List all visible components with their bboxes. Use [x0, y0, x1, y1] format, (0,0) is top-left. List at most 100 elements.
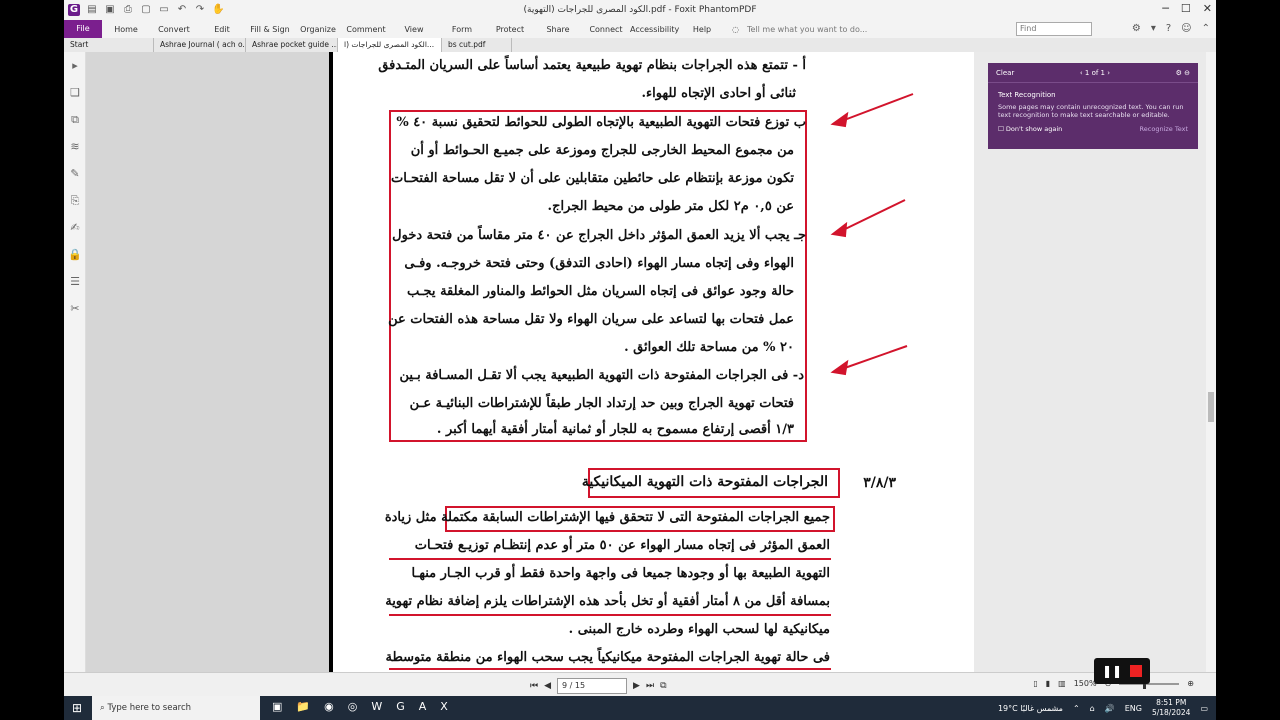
save-icon[interactable]: ▣ — [104, 4, 116, 16]
weather[interactable]: 19°C مشمس غالبًا — [998, 704, 1063, 713]
tab-egyptian-code[interactable]: الكود المصرى للجراجات (ا... — [338, 38, 442, 52]
lightbulb-icon: ◌ — [732, 24, 739, 34]
menu-edit[interactable]: Edit — [198, 25, 246, 34]
vertical-scrollbar[interactable] — [1206, 52, 1216, 672]
pause-icon[interactable]: ❚❚ — [1102, 664, 1122, 678]
help-icon[interactable]: ? — [1166, 23, 1171, 34]
taskbar-search[interactable]: ⌕ Type here to search — [92, 696, 260, 720]
scan-icon[interactable]: ▭ — [158, 4, 170, 16]
clear-button[interactable]: Clear — [996, 69, 1014, 77]
volume-icon[interactable]: 🔊 — [1105, 704, 1115, 713]
tab-ashrae-journal[interactable]: Ashrae Journal ( ach o... — [154, 38, 246, 52]
dont-show-label: Don't show again — [1005, 125, 1063, 133]
pages-icon[interactable]: ⧉ — [64, 106, 86, 133]
foxit-taskbar-icon[interactable]: G — [396, 700, 405, 713]
content-icon[interactable]: ☰ — [64, 268, 86, 295]
menu-connect[interactable]: Connect — [582, 25, 630, 34]
layers-icon[interactable]: ≋ — [64, 133, 86, 160]
attachments-icon[interactable]: ⎘ — [64, 187, 86, 214]
signatures-icon[interactable]: ✍ — [64, 214, 86, 241]
clock[interactable]: 8:51 PM 5/18/2024 — [1152, 698, 1190, 718]
new-icon[interactable]: ▢ — [140, 4, 152, 16]
windows-start-icon[interactable]: ⊞ — [72, 701, 82, 715]
document-tabs: Start Ashrae Journal ( ach o... Ashrae p… — [64, 38, 1216, 52]
close-icon[interactable]: ✕ — [1203, 2, 1212, 15]
menu-organize[interactable]: Organize — [294, 25, 342, 34]
menu-accessibility[interactable]: Accessibility — [630, 25, 679, 34]
hand-tool-icon[interactable]: ✋ — [212, 4, 224, 16]
recognize-text-link[interactable]: Recognize Text — [1140, 125, 1188, 133]
document-viewport[interactable]: أ - تتمتع هذه الجراجات بنظام تهوية طبيعي… — [86, 52, 974, 672]
word-icon[interactable]: W — [371, 700, 382, 713]
view-icon[interactable]: ⧉ — [660, 681, 666, 691]
maximize-icon[interactable]: ☐ — [1181, 2, 1191, 15]
acrobat-icon[interactable]: A — [419, 700, 427, 713]
user-icon[interactable]: ☺ — [1181, 23, 1191, 34]
tab-bs-cut[interactable]: bs cut.pdf — [442, 38, 512, 52]
excel-icon[interactable]: X — [440, 700, 448, 713]
arrow-annotations — [830, 93, 914, 376]
edge-icon[interactable]: ◉ — [324, 700, 334, 713]
settings-icon[interactable]: ⚙ — [1132, 23, 1141, 34]
undo-icon[interactable]: ↶ — [176, 4, 188, 16]
status-bar: ⏮ ◀ 9 / 15 ▶ ⏭ ⧉ ▯ ▮ ▥ 150% ⊖ ⊕ — [64, 672, 1216, 696]
find-input[interactable]: Find — [1016, 22, 1092, 36]
file-explorer-icon[interactable]: 📁 — [296, 700, 310, 713]
open-icon[interactable]: ▤ — [86, 4, 98, 16]
quick-access-toolbar: G ▤ ▣ ⎙ ▢ ▭ ↶ ↷ ✋ — [64, 4, 224, 16]
print-icon[interactable]: ⎙ — [122, 4, 134, 16]
network-icon[interactable]: ⌂ — [1090, 704, 1095, 713]
menu-view[interactable]: View — [390, 25, 438, 34]
app-window: G ▤ ▣ ⎙ ▢ ▭ ↶ ↷ ✋ الكود المصرى للجراجات … — [64, 0, 1216, 720]
foxit-logo-icon: G — [68, 4, 80, 16]
tab-ashrae-pocket-guide[interactable]: Ashrae pocket guide ... — [246, 38, 338, 52]
security-lock-icon[interactable]: 🔒 — [64, 241, 86, 268]
collapse-ribbon-icon[interactable]: ⌃ — [1202, 23, 1210, 34]
clock-date: 5/18/2024 — [1151, 708, 1191, 717]
menu-comment[interactable]: Comment — [342, 25, 390, 34]
single-page-icon[interactable]: ▯ — [1033, 679, 1037, 688]
tools-icon[interactable]: ✂ — [64, 295, 86, 322]
first-page-icon[interactable]: ⏮ — [530, 681, 538, 691]
language-indicator[interactable]: ENG — [1125, 704, 1142, 713]
bookmarks-icon[interactable]: ❑ — [64, 79, 86, 106]
clock-time: 8:51 PM — [1156, 698, 1187, 707]
menu-form[interactable]: Form — [438, 25, 486, 34]
comments-icon[interactable]: ✎ — [64, 160, 86, 187]
panel-title: Text Recognition — [998, 91, 1056, 99]
menu-share[interactable]: Share — [534, 25, 582, 34]
windows-taskbar: ⊞ ⌕ Type here to search ▣ 📁 ◉ ◎ W G A X … — [64, 696, 1216, 720]
menu-help[interactable]: Help — [678, 25, 726, 34]
last-page-icon[interactable]: ⏭ — [646, 681, 654, 691]
continuous-icon[interactable]: ▮ — [1046, 679, 1050, 688]
pdf-page: أ - تتمتع هذه الجراجات بنظام تهوية طبيعي… — [329, 52, 974, 672]
menu-home[interactable]: Home — [102, 25, 150, 34]
zoom-in-icon[interactable]: ⊕ — [1187, 679, 1194, 688]
tab-start[interactable]: Start — [64, 38, 154, 52]
menu-protect[interactable]: Protect — [486, 25, 534, 34]
next-page-icon[interactable]: ▶ — [633, 681, 640, 691]
task-view-icon[interactable]: ▣ — [272, 700, 282, 713]
panel-settings-icon[interactable]: ⚙ ⊖ — [1176, 69, 1190, 77]
chrome-icon[interactable]: ◎ — [348, 700, 358, 713]
notifications-icon[interactable]: ▭ — [1200, 704, 1208, 713]
chevron-down-icon[interactable]: ▾ — [1151, 23, 1156, 34]
pager-label: 1 of 1 — [1084, 68, 1106, 77]
tray-up-icon[interactable]: ⌃ — [1073, 704, 1080, 713]
scroll-thumb[interactable] — [1208, 392, 1214, 422]
page-number-input[interactable]: 9 / 15 — [557, 678, 628, 694]
stop-icon[interactable] — [1130, 665, 1143, 677]
ribbon-menu: File Home Convert Edit Fill & Sign Organ… — [64, 20, 1216, 38]
menu-file[interactable]: File — [64, 20, 102, 38]
menu-convert[interactable]: Convert — [150, 25, 198, 34]
prev-page-icon[interactable]: ◀ — [544, 681, 551, 691]
recording-controls: ❚❚ — [1094, 658, 1150, 684]
dont-show-checkbox[interactable]: ☐ Don't show again — [998, 125, 1062, 133]
panel-body: Some pages may contain unrecognized text… — [998, 103, 1184, 119]
expand-arrow-icon[interactable]: ▸ — [64, 52, 86, 79]
menu-fill-sign[interactable]: Fill & Sign — [246, 25, 294, 34]
redo-icon[interactable]: ↷ — [194, 4, 206, 16]
facing-icon[interactable]: ▥ — [1058, 679, 1066, 688]
minimize-icon[interactable]: ─ — [1162, 2, 1169, 15]
tell-me-search[interactable]: Tell me what you want to do... — [747, 25, 867, 34]
